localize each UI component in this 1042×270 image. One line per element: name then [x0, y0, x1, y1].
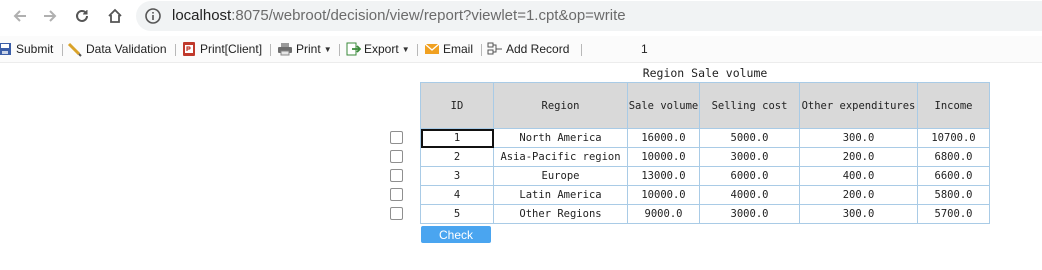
chevron-down-icon: ▼: [323, 44, 332, 54]
table-cell[interactable]: 6600.0: [917, 166, 990, 186]
export-label: Export: [364, 42, 399, 56]
toolbar-separator: [581, 44, 582, 56]
table-cell[interactable]: 10700.0: [917, 128, 990, 148]
toolbar-separator: [270, 44, 271, 56]
page-number: 1: [641, 42, 648, 56]
toolbar-separator: [481, 44, 482, 56]
table-cell[interactable]: Latin America: [493, 185, 628, 205]
chevron-down-icon: ▼: [401, 44, 410, 54]
toolbar-separator: [417, 44, 418, 56]
pencil-icon: [67, 42, 82, 57]
table-cell[interactable]: 5: [420, 204, 494, 224]
email-label: Email: [443, 42, 474, 56]
table-cell[interactable]: 4: [420, 185, 494, 205]
table-cell[interactable]: 6000.0: [699, 166, 800, 186]
print-label: Print: [296, 42, 321, 56]
row-checkbox[interactable]: [390, 188, 403, 201]
back-button[interactable]: [8, 4, 32, 28]
column-header: Other expenditures: [799, 82, 918, 129]
table-cell[interactable]: 200.0: [799, 147, 918, 167]
reload-icon: [76, 9, 88, 22]
export-icon: [346, 42, 361, 56]
data-validation-label: Data Validation: [86, 42, 167, 56]
home-button[interactable]: [103, 4, 127, 28]
envelope-icon: [424, 43, 440, 54]
browser-bar: localhost:8075/webroot/decision/view/rep…: [0, 0, 1042, 33]
table-cell[interactable]: Other Regions: [493, 204, 628, 224]
submit-button[interactable]: Submit: [0, 40, 53, 58]
table-cell[interactable]: Asia-Pacific region: [493, 147, 628, 167]
data-validation-button[interactable]: Data Validation: [67, 40, 167, 58]
row-checkbox[interactable]: [390, 150, 403, 163]
row-checkbox[interactable]: [390, 131, 403, 144]
column-header: Selling cost: [699, 82, 800, 129]
add-record-label: Add Record: [506, 42, 570, 56]
table-cell[interactable]: 6800.0: [917, 147, 990, 167]
table-cell[interactable]: 400.0: [799, 166, 918, 186]
report-toolbar: Submit Data Validation Print[Client] Pri…: [0, 36, 1042, 63]
pdf-print-icon: [183, 42, 195, 56]
table-row: 4 Latin America 10000.0 4000.0 200.0 580…: [420, 185, 990, 205]
table-cell[interactable]: 13000.0: [627, 166, 700, 186]
table-cell[interactable]: Europe: [493, 166, 628, 186]
site-info-icon[interactable]: [144, 7, 162, 25]
address-bar[interactable]: localhost:8075/webroot/decision/view/rep…: [136, 1, 1042, 31]
table-cell[interactable]: 3000.0: [699, 147, 800, 167]
table-cell[interactable]: 300.0: [799, 128, 918, 148]
column-header: ID: [420, 82, 494, 129]
table-cell[interactable]: North America: [493, 128, 628, 148]
row-checkbox[interactable]: [390, 207, 403, 220]
toolbar-separator: [175, 44, 176, 56]
export-dropdown-button[interactable]: Export ▼: [345, 40, 410, 58]
table-cell[interactable]: 1: [420, 128, 494, 148]
forward-arrow-icon: [44, 10, 57, 22]
url-path: :8075/webroot/decision/view/report?viewl…: [231, 7, 626, 24]
print-client-label: Print[Client]: [200, 42, 263, 56]
toolbar-separator: [339, 44, 340, 56]
table-cell[interactable]: 3: [420, 166, 494, 186]
email-button[interactable]: Email: [424, 40, 473, 58]
check-button[interactable]: Check: [421, 226, 491, 243]
add-record-button[interactable]: Add Record: [487, 40, 569, 58]
print-client-button[interactable]: Print[Client]: [181, 40, 262, 58]
header-row: ID Region Sale volume Selling cost Other…: [420, 82, 990, 129]
table-cell[interactable]: 5000.0: [699, 128, 800, 148]
url-text[interactable]: localhost:8075/webroot/decision/view/rep…: [172, 7, 626, 25]
printer-icon: [278, 43, 292, 56]
table-row: 2 Asia-Pacific region 10000.0 3000.0 200…: [420, 147, 990, 167]
table-cell[interactable]: 3000.0: [699, 204, 800, 224]
table-cell[interactable]: 300.0: [799, 204, 918, 224]
table-cell[interactable]: 2: [420, 147, 494, 167]
save-icon: [0, 43, 11, 55]
print-dropdown-button[interactable]: Print ▼: [277, 40, 332, 58]
column-header: Income: [917, 82, 990, 129]
url-host: localhost: [172, 7, 232, 24]
table-cell[interactable]: 5800.0: [917, 185, 990, 205]
table-cell[interactable]: 200.0: [799, 185, 918, 205]
column-header: Sale volume: [627, 82, 700, 129]
forward-button[interactable]: [38, 4, 62, 28]
table-row: 3 Europe 13000.0 6000.0 400.0 6600.0: [420, 166, 990, 186]
report-table: ID Region Sale volume Selling cost Other…: [420, 82, 990, 224]
back-arrow-icon: [13, 10, 26, 22]
table-cell[interactable]: 16000.0: [627, 128, 700, 148]
table-row: 5 Other Regions 9000.0 3000.0 300.0 5700…: [420, 204, 990, 224]
submit-label: Submit: [16, 42, 54, 56]
report-title: Region Sale volume: [642, 66, 768, 80]
toolbar-separator: [62, 44, 63, 56]
reload-button[interactable]: [70, 4, 94, 28]
add-record-icon: [487, 42, 502, 55]
table-cell[interactable]: 9000.0: [627, 204, 700, 224]
row-checkbox[interactable]: [390, 169, 403, 182]
table-cell[interactable]: 5700.0: [917, 204, 990, 224]
column-header: Region: [493, 82, 628, 129]
home-icon: [108, 8, 122, 23]
table-cell[interactable]: 10000.0: [627, 147, 700, 167]
table-row: 1 North America 16000.0 5000.0 300.0 107…: [420, 128, 990, 148]
table-cell[interactable]: 10000.0: [627, 185, 700, 205]
table-cell[interactable]: 4000.0: [699, 185, 800, 205]
